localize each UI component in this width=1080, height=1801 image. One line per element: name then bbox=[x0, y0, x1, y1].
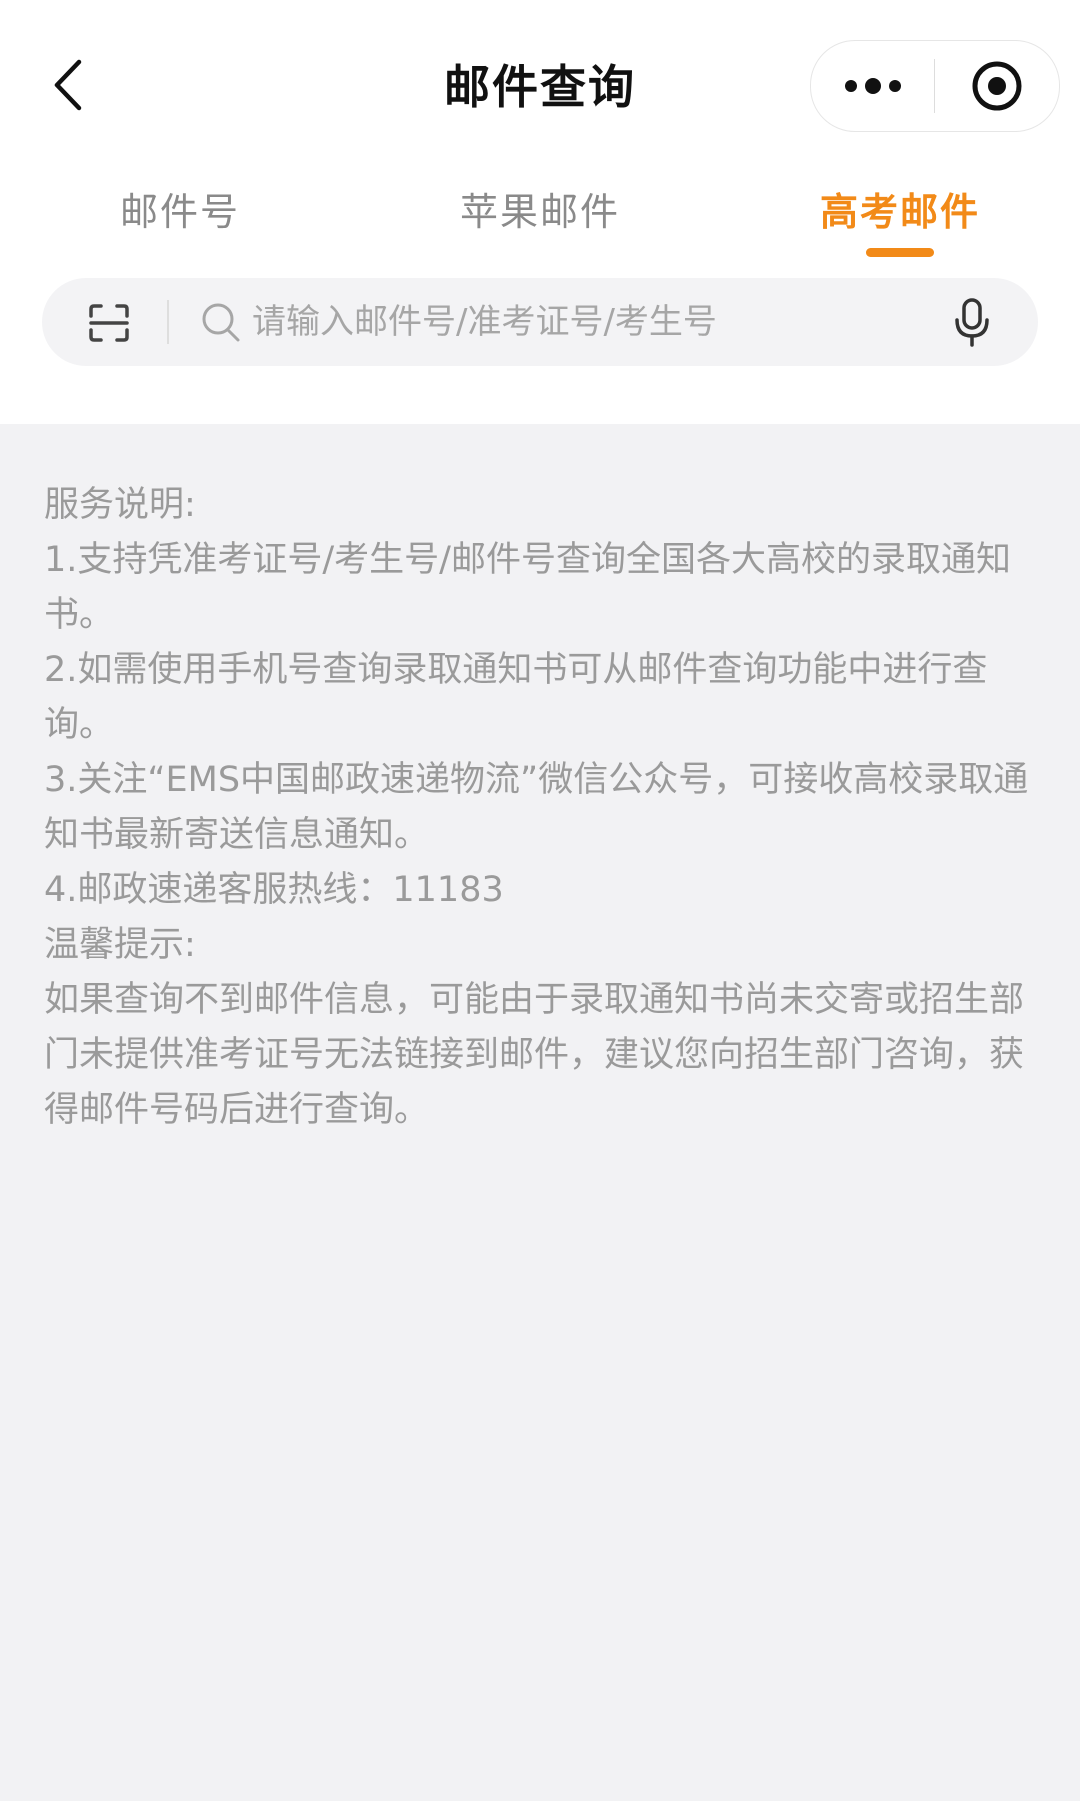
more-button[interactable] bbox=[811, 41, 934, 131]
notice-item: 2.如需使用手机号查询录取通知书可从邮件查询功能中进行查询。 bbox=[44, 650, 988, 745]
active-tab-indicator bbox=[866, 248, 934, 257]
voice-input-button[interactable] bbox=[946, 294, 998, 352]
service-notice: 服务说明: 1.支持凭准考证号/考生号/邮件号查询全国各大高校的录取通知书。 2… bbox=[44, 478, 1044, 1138]
notice-item: 3.关注“EMS中国邮政速递物流”微信公众号，可接收高校录取通知书最新寄送信息通… bbox=[44, 760, 1029, 855]
microphone-icon bbox=[955, 298, 989, 347]
tips-heading: 温馨提示: bbox=[44, 925, 196, 965]
mini-program-capsule bbox=[810, 40, 1060, 132]
more-dots-icon bbox=[844, 78, 901, 94]
notice-item: 4.邮政速递客服热线：11183 bbox=[44, 870, 504, 910]
close-button[interactable] bbox=[935, 41, 1059, 131]
tab-apple-mail[interactable]: 苹果邮件 bbox=[410, 182, 670, 242]
search-icon bbox=[202, 303, 240, 342]
scan-button[interactable] bbox=[82, 296, 136, 350]
search-divider bbox=[167, 300, 169, 344]
tab-gaokao-mail[interactable]: 高考邮件 bbox=[770, 182, 1030, 242]
top-panel: 邮件查询 邮件号 苹果邮件 高考邮件 bbox=[0, 0, 1080, 424]
target-close-icon bbox=[972, 61, 1022, 111]
tab-mail-number[interactable]: 邮件号 bbox=[50, 182, 310, 242]
notice-item: 1.支持凭准考证号/考生号/邮件号查询全国各大高校的录取通知书。 bbox=[44, 540, 1011, 635]
service-heading: 服务说明: bbox=[44, 485, 196, 525]
scan-icon bbox=[89, 304, 129, 342]
tips-text: 如果查询不到邮件信息，可能由于录取通知书尚未交寄或招生部门未提供准考证号无法链接… bbox=[44, 980, 1025, 1130]
search-input[interactable] bbox=[252, 294, 912, 350]
